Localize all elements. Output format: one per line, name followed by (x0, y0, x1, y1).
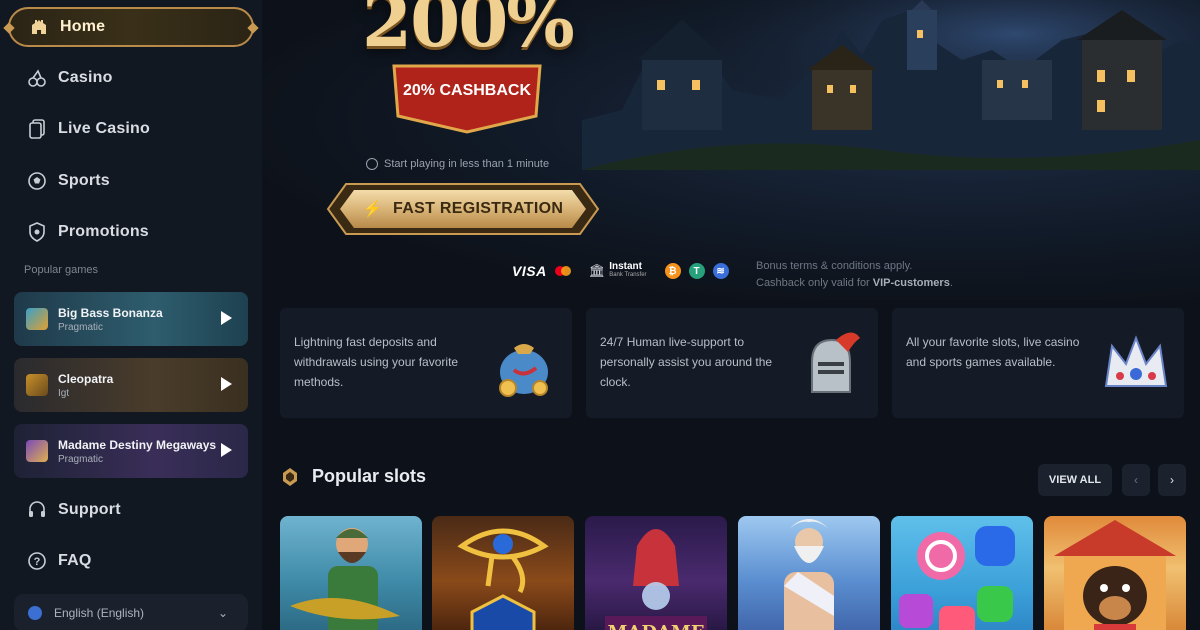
zeus-art (784, 519, 834, 630)
nav-live-casino-label: Live Casino (58, 120, 151, 137)
knight-helmet-icon (811, 332, 860, 393)
chevron-down-icon: ⌄ (217, 606, 228, 620)
nav-support[interactable]: Support (8, 490, 254, 530)
slot-tile-sweet-candy[interactable] (891, 516, 1033, 630)
bonus-percent: 200% (362, 0, 575, 63)
popular-game-card[interactable]: Big Bass Bonanza Pragmatic (14, 292, 248, 346)
feature-text: 24/7 Human live-support to personally as… (600, 335, 773, 389)
popular-game-card[interactable]: Cleopatra Igt (14, 358, 248, 412)
nav-support-label: Support (58, 501, 121, 518)
fast-registration-button[interactable]: ⚡ FAST REGISTRATION (324, 180, 602, 238)
mastercard-icon (554, 266, 571, 276)
nav-casino-label: Casino (58, 69, 113, 86)
feature-text: Lightning fast deposits and withdrawals … (294, 335, 459, 389)
madame-destiny-art: MADAME (605, 529, 707, 630)
bonus-terms: Bonus terms & conditions apply. Cashback… (756, 258, 953, 292)
slot-tile-dog-house[interactable] (1044, 516, 1186, 630)
start-playing-note: Start playing in less than 1 minute (366, 158, 549, 170)
clock-icon (366, 158, 378, 170)
casino-chip-icon (283, 467, 297, 486)
vip-customers-link[interactable]: VIP-customers (873, 277, 950, 289)
game-thumbnail (26, 440, 48, 462)
start-playing-text: Start playing in less than 1 minute (384, 158, 550, 170)
ripple-icon: ≋ (712, 263, 729, 279)
nav-home-label: Home (60, 18, 106, 35)
svg-text:?: ? (34, 556, 41, 568)
sidebar: Home Casino Live Casino Sports Promotion… (0, 0, 262, 630)
game-provider: Igt (58, 387, 70, 399)
sweet-candy-art (899, 526, 1015, 630)
game-name: Madame Destiny Megaways (58, 437, 217, 452)
home-icon (28, 16, 50, 38)
village-illustration (582, 0, 1200, 170)
play-icon[interactable] (221, 443, 232, 457)
fisherman-art (290, 528, 400, 630)
slot-tile-eye-of-horus[interactable] (432, 516, 574, 630)
cherries-icon (26, 67, 48, 89)
game-thumbnail (26, 374, 48, 396)
bitcoin-icon: ₿ (664, 263, 681, 279)
bank-icon: 🏛 (588, 263, 606, 278)
terms-suffix: . (949, 277, 953, 289)
game-name: Cleopatra (58, 371, 114, 386)
question-circle-icon: ? (26, 550, 48, 572)
hero-banner: 200% 20% CASHBACK Start playing in less … (262, 0, 1200, 300)
game-provider: Pragmatic (58, 453, 104, 465)
nav-promotions[interactable]: Promotions (8, 212, 254, 252)
nav-casino[interactable]: Casino (8, 58, 254, 98)
terms-line-1: Bonus terms & conditions apply. (756, 260, 913, 272)
feature-card-games: All your favorite slots, live casino and… (892, 308, 1184, 418)
shield-icon (26, 221, 48, 243)
nav-faq-label: FAQ (58, 552, 92, 569)
terms-line-2: Cashback only valid for VIP-customers. (756, 275, 953, 292)
feature-card-deposits: Lightning fast deposits and withdrawals … (280, 308, 572, 418)
popular-slots-heading: Popular slots (280, 466, 426, 487)
tether-icon: T (688, 263, 705, 279)
game-name: Big Bass Bonanza (58, 305, 163, 320)
popular-game-card[interactable]: Madame Destiny Megaways Pragmatic (14, 424, 248, 478)
nav-promotions-label: Promotions (58, 223, 149, 240)
popular-games-heading: Popular games (24, 264, 98, 276)
instant-label: Instant (609, 261, 642, 272)
cards-icon (26, 118, 48, 140)
nav-sports-label: Sports (58, 172, 110, 189)
nav-sports[interactable]: Sports (8, 161, 254, 201)
money-bag-icon (499, 344, 548, 397)
dog-house-art (1054, 520, 1176, 630)
cashback-label: 20% CASHBACK (402, 82, 532, 99)
feature-card-support: 24/7 Human live-support to personally as… (586, 308, 878, 418)
popular-slots-title: Popular slots (312, 466, 427, 486)
view-all-button[interactable]: VIEW ALL (1038, 464, 1112, 496)
language-value: English (English) (54, 606, 145, 620)
fast-registration-label: FAST REGISTRATION (393, 200, 564, 217)
payment-methods: VISA 🏛 Instant Bank Transfer ₿ T ≋ (512, 262, 729, 280)
headset-icon (26, 499, 48, 521)
crown-icon (1104, 335, 1168, 387)
language-selector[interactable]: English (English) ⌄ (14, 594, 248, 630)
game-provider: Pragmatic (58, 321, 104, 333)
eye-of-horus-art (457, 528, 549, 630)
play-icon[interactable] (221, 311, 232, 325)
slot-tile-fisherman[interactable] (280, 516, 422, 630)
feature-text: All your favorite slots, live casino and… (906, 335, 1080, 369)
slot-tile-zeus[interactable] (738, 516, 880, 630)
visa-logo: VISA (512, 263, 547, 279)
lightning-icon: ⚡ (362, 201, 384, 218)
terms-prefix: Cashback only valid for (756, 277, 873, 289)
next-arrow-button[interactable]: › (1158, 464, 1186, 496)
madame-caption: MADAME (607, 622, 704, 630)
nav-faq[interactable]: ? FAQ (8, 541, 254, 581)
instant-bank-transfer: 🏛 Instant Bank Transfer (589, 262, 647, 280)
bank-transfer-label: Bank Transfer (609, 272, 647, 278)
nav-home[interactable]: Home (8, 7, 254, 47)
globe-icon (28, 606, 42, 620)
nav-live-casino[interactable]: Live Casino (8, 109, 254, 149)
slot-tile-madame-destiny[interactable]: MADAME (585, 516, 727, 630)
soccer-ball-icon (26, 170, 48, 192)
play-icon[interactable] (221, 377, 232, 391)
prev-arrow-button[interactable]: ‹ (1122, 464, 1150, 496)
game-thumbnail (26, 308, 48, 330)
